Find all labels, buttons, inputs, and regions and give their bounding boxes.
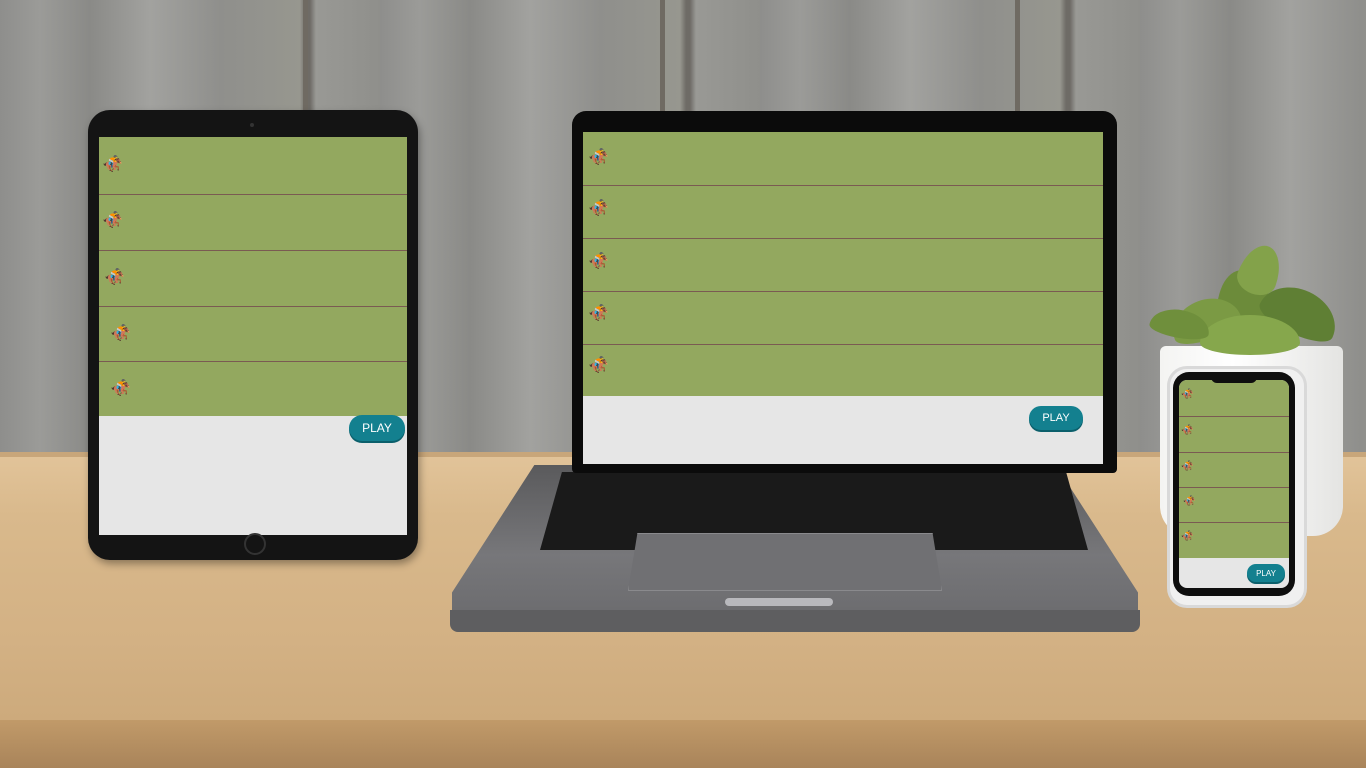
horse-racing-icon: 🏇 — [1181, 461, 1194, 472]
laptop-screen: 🏇 🏇 🏇 🏇 🏇 PLAY — [583, 132, 1103, 464]
race-lane: 🏇 — [1179, 487, 1289, 523]
phone-device: 🏇 🏇 🏇 🏇 🏇 PLAY — [1167, 366, 1307, 608]
race-track: 🏇 🏇 🏇 🏇 🏇 — [1179, 380, 1289, 558]
horse-racing-icon: 🏇 — [589, 200, 609, 217]
race-lane: 🏇 — [1179, 416, 1289, 453]
race-lane: 🏇 — [583, 132, 1103, 186]
race-lane: 🏇 — [583, 344, 1103, 396]
horse-racing-icon: 🏇 — [589, 305, 609, 322]
race-track: 🏇 🏇 🏇 🏇 🏇 — [99, 137, 407, 416]
horse-racing-icon: 🏇 — [111, 380, 131, 397]
phone-bezel: 🏇 🏇 🏇 🏇 🏇 PLAY — [1173, 372, 1295, 596]
laptop-lid-notch — [725, 598, 833, 606]
horse-racing-icon: 🏇 — [1181, 389, 1194, 400]
race-lane: 🏇 — [1179, 522, 1289, 558]
phone-screen: 🏇 🏇 🏇 🏇 🏇 PLAY — [1179, 380, 1289, 588]
tablet-screen: 🏇 🏇 🏇 🏇 🏇 PLAY — [99, 137, 407, 535]
horse-racing-icon: 🏇 — [589, 357, 609, 374]
horse-racing-icon: 🏇 — [105, 269, 125, 286]
laptop-trackpad[interactable] — [628, 533, 942, 591]
laptop-front-edge — [450, 610, 1140, 632]
phone-notch — [1211, 375, 1257, 383]
race-lane: 🏇 — [583, 291, 1103, 345]
race-lane: 🏇 — [1179, 380, 1289, 417]
tablet-camera — [250, 123, 254, 127]
play-button[interactable]: PLAY — [1029, 406, 1083, 430]
race-lane: 🏇 — [99, 306, 407, 362]
race-lane: 🏇 — [583, 238, 1103, 292]
race-track: 🏇 🏇 🏇 🏇 🏇 — [583, 132, 1103, 396]
laptop-device: 🏇 🏇 🏇 🏇 🏇 PLAY — [572, 111, 1117, 473]
race-lane: 🏇 — [99, 250, 407, 307]
horse-racing-icon: 🏇 — [103, 156, 123, 173]
race-lane: 🏇 — [99, 361, 407, 416]
race-lane: 🏇 — [99, 137, 407, 195]
home-button[interactable] — [244, 533, 266, 555]
horse-racing-icon: 🏇 — [1181, 531, 1194, 542]
horse-racing-icon: 🏇 — [589, 149, 609, 166]
horse-racing-icon: 🏇 — [1183, 496, 1196, 507]
horse-racing-icon: 🏇 — [1181, 425, 1194, 436]
desk-drawer-front — [0, 720, 1366, 768]
tablet-device: 🏇 🏇 🏇 🏇 🏇 PLAY — [88, 110, 418, 560]
race-lane: 🏇 — [99, 194, 407, 251]
horse-racing-icon: 🏇 — [103, 212, 123, 229]
play-button[interactable]: PLAY — [349, 415, 405, 441]
play-button[interactable]: PLAY — [1247, 564, 1285, 582]
horse-racing-icon: 🏇 — [589, 253, 609, 270]
race-lane: 🏇 — [583, 185, 1103, 239]
race-lane: 🏇 — [1179, 452, 1289, 488]
horse-racing-icon: 🏇 — [111, 325, 131, 342]
